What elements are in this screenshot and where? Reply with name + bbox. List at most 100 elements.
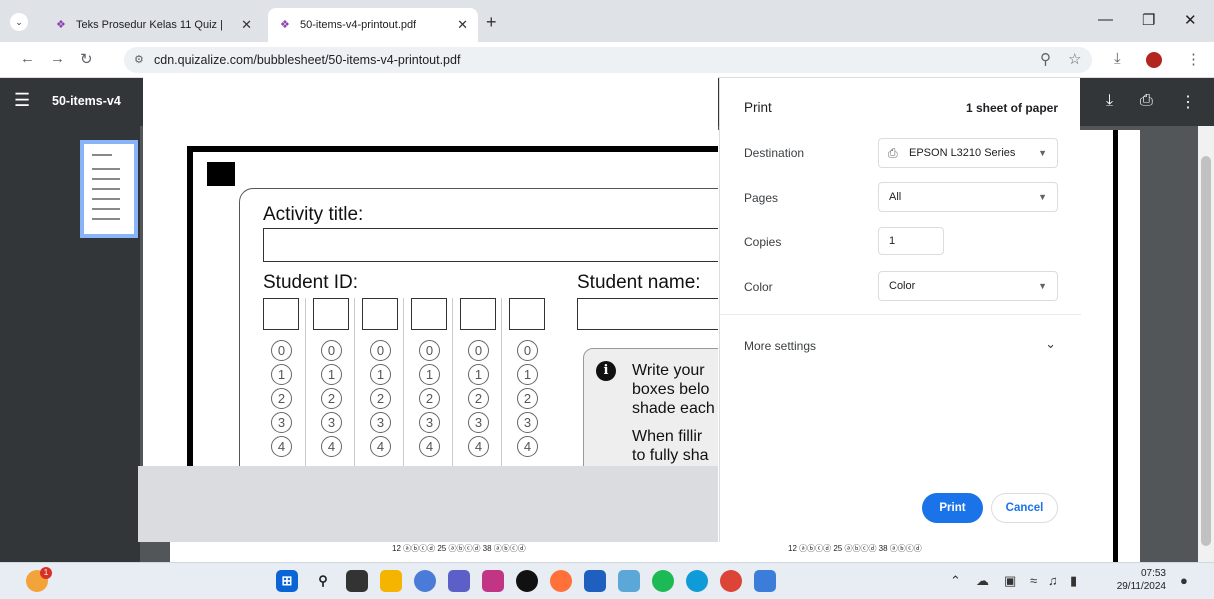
destination-select[interactable]: ⎙ EPSON L3210 Series ▼ xyxy=(878,138,1058,168)
id-bubble: 2 xyxy=(517,388,538,409)
downloads-icon[interactable]: ⤓ xyxy=(1114,50,1121,67)
tab-pdf[interactable]: ❖ 50-items-v4-printout.pdf ✕ xyxy=(268,8,478,42)
cloud-icon[interactable]: ☁ xyxy=(976,573,989,589)
print-button[interactable]: Print xyxy=(922,493,983,523)
student-name-label: Student name: xyxy=(577,272,701,293)
dropdown-caret-icon: ▼ xyxy=(1038,192,1047,202)
info-line: When fillir xyxy=(632,428,703,445)
address-bar[interactable]: ⚙ cdn.quizalize.com/bubblesheet/50-items… xyxy=(124,47,1092,73)
id-bubble: 1 xyxy=(468,364,489,385)
id-bubble: 1 xyxy=(419,364,440,385)
vertical-scrollbar[interactable] xyxy=(1198,126,1214,562)
scrollbar-thumb[interactable] xyxy=(1201,156,1211,546)
forward-icon[interactable]: → xyxy=(50,50,65,67)
chevron-down-icon[interactable]: ⌄ xyxy=(1045,336,1056,352)
page-thumbnail[interactable] xyxy=(80,140,138,238)
close-tab-icon[interactable]: ✕ xyxy=(241,17,252,33)
pages-value: All xyxy=(889,191,902,203)
id-bubble: 2 xyxy=(419,388,440,409)
info-line: shade each xyxy=(632,400,715,417)
destination-value: EPSON L3210 Series xyxy=(909,147,1016,159)
spotify-icon[interactable] xyxy=(652,570,674,592)
chrome-icon[interactable] xyxy=(720,570,742,592)
id-bubble: 3 xyxy=(321,412,342,433)
store-icon[interactable] xyxy=(584,570,606,592)
id-bubble: 1 xyxy=(517,364,538,385)
close-tab-icon[interactable]: ✕ xyxy=(457,17,468,33)
mail-icon[interactable] xyxy=(618,570,640,592)
pdf-more-icon[interactable]: ⋮ xyxy=(1180,92,1196,112)
profile-avatar[interactable] xyxy=(1146,52,1162,68)
copies-input[interactable]: 1 xyxy=(878,227,944,255)
search-icon[interactable]: ⚲ xyxy=(312,570,334,592)
tab-search-chevron-icon[interactable]: ⌄ xyxy=(10,13,28,31)
pdf-print-icon[interactable]: ⎙ xyxy=(1140,92,1153,110)
more-settings-toggle[interactable]: More settings xyxy=(744,339,816,353)
teams-icon[interactable] xyxy=(448,570,470,592)
bookmark-star-icon[interactable]: ☆ xyxy=(1068,50,1081,68)
id-digit-box xyxy=(313,298,349,330)
clock-time: 07:53 xyxy=(1140,568,1166,579)
id-bubble: 3 xyxy=(370,412,391,433)
tiktok-icon[interactable] xyxy=(516,570,538,592)
info-line: to fully sha xyxy=(632,447,709,464)
id-digit-box xyxy=(509,298,545,330)
hamburger-menu-icon[interactable]: ☰ xyxy=(14,90,30,111)
printer-icon: ⎙ xyxy=(888,146,898,160)
id-bubble: 0 xyxy=(271,340,292,361)
pdf-download-icon[interactable]: ⤓ xyxy=(1106,92,1113,110)
tray-chevron-icon[interactable]: ⌃ xyxy=(950,573,961,589)
instagram-icon[interactable] xyxy=(482,570,504,592)
tab-teks-prosedur[interactable]: ❖ Teks Prosedur Kelas 11 Quiz | Q ✕ xyxy=(44,8,262,42)
id-bubble: 2 xyxy=(468,388,489,409)
volume-icon[interactable]: ♫ xyxy=(1048,573,1058,588)
system-clock[interactable]: 07:53 29/11/2024 xyxy=(1117,567,1166,593)
firefox-icon[interactable] xyxy=(550,570,572,592)
answer-row-left: 12 ⓐⓑⓒⓓ 25 ⓐⓑⓒⓓ 38 ⓐⓑⓒⓓ xyxy=(392,544,526,553)
windows-start-icon[interactable]: ⊞ xyxy=(276,570,298,592)
id-bubble: 2 xyxy=(271,388,292,409)
pages-select[interactable]: All ▼ xyxy=(878,182,1058,212)
id-bubble: 0 xyxy=(468,340,489,361)
windows-taskbar: 1 ⊞ ⚲ ⌃ ☁ ▣ ≈ ♫ ▮ 07:53 29/11/2024 ● xyxy=(0,562,1214,599)
restore-icon[interactable]: ❐ xyxy=(1142,11,1155,29)
pages-label: Pages xyxy=(744,191,779,205)
file-explorer-icon[interactable] xyxy=(380,570,402,592)
wifi-icon[interactable]: ≈ xyxy=(1030,573,1037,588)
edge-icon[interactable] xyxy=(686,570,708,592)
id-bubble: 4 xyxy=(370,436,391,457)
cancel-button[interactable]: Cancel xyxy=(991,493,1058,523)
meet-icon[interactable]: ▣ xyxy=(1004,573,1016,589)
instructions-box: i Write your boxes belo shade each When … xyxy=(583,348,718,466)
photos-icon[interactable] xyxy=(754,570,776,592)
battery-icon[interactable]: ▮ xyxy=(1070,573,1077,589)
id-bubble: 1 xyxy=(370,364,391,385)
notification-bell-icon[interactable]: ● xyxy=(1180,573,1188,588)
copies-label: Copies xyxy=(744,235,782,249)
clock-date: 29/11/2024 xyxy=(1116,581,1166,592)
copilot-icon[interactable] xyxy=(414,570,436,592)
id-bubble: 0 xyxy=(419,340,440,361)
student-id-label: Student ID: xyxy=(263,272,359,293)
site-info-icon[interactable]: ⚙ xyxy=(134,47,144,73)
reload-icon[interactable]: ↻ xyxy=(80,50,93,68)
menu-kebab-icon[interactable]: ⋮ xyxy=(1186,50,1201,68)
tab-label: Teks Prosedur Kelas 11 Quiz | Q xyxy=(76,19,226,31)
id-bubble: 1 xyxy=(271,364,292,385)
close-window-icon[interactable]: ✕ xyxy=(1184,11,1197,29)
id-digit-box xyxy=(362,298,398,330)
print-preview: Activity title: Student ID: Student name… xyxy=(143,76,718,466)
activity-title-label: Activity title: xyxy=(263,204,364,225)
answer-row-right: 12 ⓐⓑⓒⓓ 25 ⓐⓑⓒⓓ 38 ⓐⓑⓒⓓ xyxy=(788,544,922,553)
task-view-icon[interactable] xyxy=(346,570,368,592)
id-bubble: 4 xyxy=(468,436,489,457)
id-bubble: 4 xyxy=(517,436,538,457)
student-name-box xyxy=(577,298,718,330)
color-select[interactable]: Color ▼ xyxy=(878,271,1058,301)
back-icon[interactable]: ← xyxy=(20,50,35,67)
activity-title-box xyxy=(263,228,718,262)
id-digit-box xyxy=(411,298,447,330)
new-tab-icon[interactable]: + xyxy=(486,12,497,33)
minimize-icon[interactable]: — xyxy=(1098,11,1113,28)
zoom-icon[interactable]: ⚲ xyxy=(1040,50,1051,68)
